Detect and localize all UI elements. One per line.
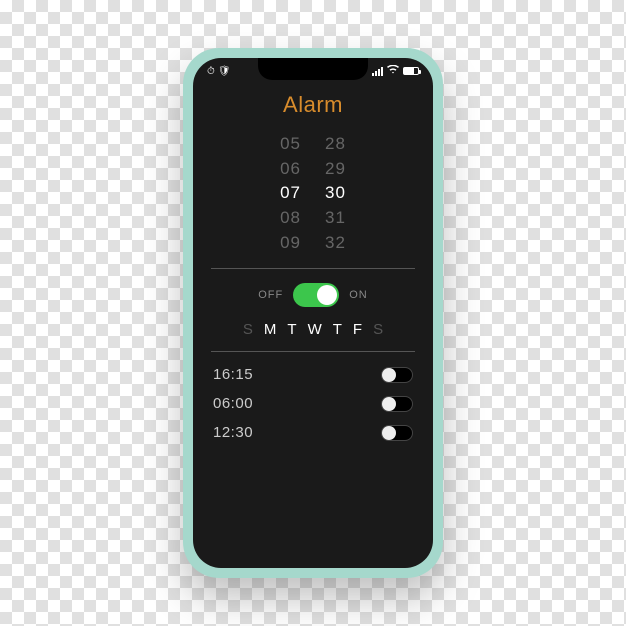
hour-wheel[interactable]: 05 06 07 08 09 <box>280 132 301 255</box>
toggle-knob <box>382 397 396 411</box>
signal-icon <box>372 67 383 76</box>
alarm-row: 16:15 <box>213 360 413 389</box>
hour-option-selected[interactable]: 07 <box>280 181 301 206</box>
day-monday[interactable]: M <box>264 321 277 338</box>
alarm-time: 16:15 <box>213 366 253 383</box>
screen: ⏱ 🛡 Alarm 05 06 07 08 <box>193 58 433 568</box>
alarm-list: 16:15 06:00 12:30 <box>193 352 433 447</box>
alarm-row: 12:30 <box>213 418 413 447</box>
hour-option[interactable]: 09 <box>280 231 301 256</box>
day-friday[interactable]: F <box>353 321 362 338</box>
page-title: Alarm <box>193 84 433 132</box>
weekday-selector: S M T W T F S <box>193 319 433 352</box>
alarm-time: 06:00 <box>213 395 253 412</box>
off-label: OFF <box>258 289 283 301</box>
alarm-toggle[interactable] <box>293 283 339 307</box>
alarm-row: 06:00 <box>213 389 413 418</box>
battery-icon <box>403 67 419 75</box>
minute-option[interactable]: 29 <box>325 157 346 182</box>
shield-icon: 🛡 <box>218 66 231 77</box>
alarm-toggle-3[interactable] <box>381 425 413 441</box>
hour-option[interactable]: 05 <box>280 132 301 157</box>
day-saturday[interactable]: S <box>373 321 383 338</box>
day-sunday[interactable]: S <box>243 321 253 338</box>
alarm-toggle-2[interactable] <box>381 396 413 412</box>
toggle-knob <box>382 426 396 440</box>
minute-wheel[interactable]: 28 29 30 31 32 <box>325 132 346 255</box>
minute-option[interactable]: 32 <box>325 231 346 256</box>
alarm-time: 12:30 <box>213 424 253 441</box>
hour-option[interactable]: 08 <box>280 206 301 231</box>
alarm-toggle-row: OFF ON <box>193 269 433 319</box>
status-right <box>372 65 419 77</box>
day-tuesday[interactable]: T <box>287 321 296 338</box>
minute-option[interactable]: 31 <box>325 206 346 231</box>
day-thursday[interactable]: T <box>333 321 342 338</box>
phone-frame: ⏱ 🛡 Alarm 05 06 07 08 <box>183 48 443 578</box>
wifi-icon <box>387 65 399 77</box>
alarm-toggle-1[interactable] <box>381 367 413 383</box>
day-wednesday[interactable]: W <box>308 321 322 338</box>
minute-option[interactable]: 28 <box>325 132 346 157</box>
time-picker[interactable]: 05 06 07 08 09 28 29 30 31 32 <box>193 132 433 269</box>
notch <box>258 58 368 80</box>
toggle-knob <box>382 368 396 382</box>
toggle-knob <box>317 285 337 305</box>
minute-option-selected[interactable]: 30 <box>325 181 346 206</box>
clock-icon: ⏱ <box>207 66 215 77</box>
hour-option[interactable]: 06 <box>280 157 301 182</box>
on-label: ON <box>349 289 368 301</box>
status-left: ⏱ 🛡 <box>207 66 231 77</box>
